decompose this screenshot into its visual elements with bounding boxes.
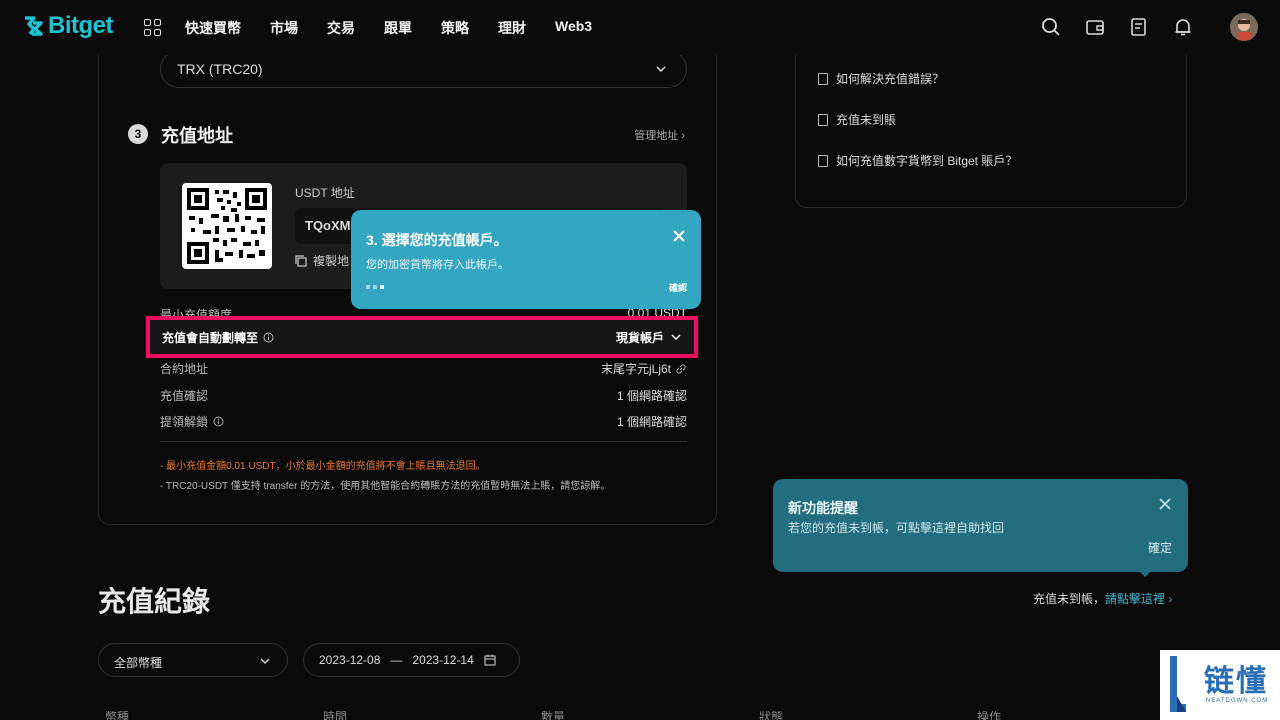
tooltip-confirm-button[interactable]: 確認 — [669, 281, 687, 294]
chevron-down-icon — [671, 334, 681, 341]
copy-icon — [295, 254, 307, 267]
records-hint-link[interactable]: 請點擊這裡 — [1105, 592, 1165, 606]
step-title: 充值地址 — [161, 126, 233, 146]
nav-item-quick-buy[interactable]: 快速買幣 — [185, 18, 241, 38]
step-number-badge: 3 — [128, 124, 148, 144]
nav-item-trade[interactable]: 交易 — [327, 18, 355, 38]
divider — [160, 441, 687, 442]
coin-filter-value: 全部幣種 — [114, 656, 163, 670]
nav-item-earn[interactable]: 理財 — [498, 18, 526, 38]
date-to: 2023-12-14 — [412, 653, 474, 667]
avatar[interactable] — [1230, 13, 1258, 41]
trc20-notice: - TRC20-USDT 僅支持 transfer 的方法，使用其他智能合約轉賬… — [160, 481, 611, 492]
chevron-down-icon — [260, 658, 270, 665]
watermark: 链懂 NEATDOWN.COM — [1160, 650, 1280, 720]
info-icon — [213, 416, 224, 427]
orders-icon[interactable] — [1128, 16, 1150, 38]
feature-text: 若您的充值未到帳，可點擊這裡自助找回 — [788, 521, 1005, 535]
top-nav: Bitget 快速買幣 市場 交易 跟單 策略 理財 Web3 — [0, 0, 1280, 55]
column-header-amount: 數量 — [541, 710, 566, 720]
faq-item[interactable]: 如何解決充值錯誤？ — [818, 70, 944, 87]
faq-item-label: 充值未到賬 — [836, 113, 897, 127]
withdraw-unlock-label: 提領解鎖 — [160, 415, 209, 429]
chevron-down-icon — [656, 66, 666, 73]
address-label: USDT 地址 — [295, 186, 355, 200]
records-hint: 充值未到帳，請點擊這裡 › — [1033, 590, 1172, 607]
feature-confirm-button[interactable]: 確定 — [1148, 539, 1172, 556]
faq-item[interactable]: 如何充值數字貨幣到 Bitget 賬戶？ — [818, 152, 1017, 169]
tooltip-step-dots — [366, 285, 384, 289]
nav-right — [1040, 13, 1258, 41]
document-icon — [818, 72, 828, 85]
nav-item-markets[interactable]: 市場 — [270, 18, 298, 38]
faq-item-label: 如何充值數字貨幣到 Bitget 賬戶？ — [836, 154, 1018, 168]
faq-item-label: 如何解決充值錯誤？ — [836, 72, 945, 86]
column-header-coin: 幣種 — [105, 710, 130, 720]
manage-address-label: 管理地址 — [634, 130, 679, 142]
nav-item-web3[interactable]: Web3 — [555, 18, 592, 38]
network-value: TRX (TRC20) — [177, 61, 263, 77]
popup-arrow — [1139, 571, 1151, 577]
contract-address-row: 合約地址 末尾字元jLj6t — [160, 360, 687, 377]
brand-name: Bitget — [48, 12, 114, 39]
main-nav: 快速買幣 市場 交易 跟單 策略 理財 Web3 — [185, 18, 621, 38]
bitget-logo-icon — [25, 16, 43, 36]
min-amount-warning: - 最小充值金額0.01 USDT，小於最小金額的充值將不會上賬且無法退回。 — [160, 461, 486, 472]
column-header-action: 操作 — [977, 710, 1002, 720]
search-icon[interactable] — [1040, 16, 1062, 38]
copy-address-button[interactable]: 複製地 — [295, 252, 349, 269]
wallet-icon[interactable] — [1084, 16, 1106, 38]
coin-filter-select[interactable]: 全部幣種 — [98, 643, 288, 677]
bitget-logo[interactable]: Bitget — [22, 12, 114, 40]
nav-item-strategy[interactable]: 策略 — [441, 18, 469, 38]
qr-code — [182, 183, 272, 269]
new-feature-popup: 新功能提醒 若您的充值未到帳，可點擊這裡自助找回 確定 — [773, 479, 1188, 577]
withdraw-unlock-value: 1 個網路確認 — [616, 415, 687, 429]
date-from: 2023-12-08 — [319, 653, 381, 667]
watermark-sub: NEATDOWN.COM — [1206, 698, 1269, 704]
watermark-text: 链懂 — [1204, 665, 1268, 698]
manage-address-link[interactable]: 管理地址 › — [634, 127, 685, 143]
column-header-status: 狀態 — [759, 710, 784, 720]
chevron-right-icon: › — [1165, 592, 1173, 606]
close-icon[interactable] — [1158, 497, 1172, 511]
copy-address-label: 複製地 — [313, 254, 350, 268]
faq-item[interactable]: 充值未到賬 — [818, 111, 896, 128]
feature-title: 新功能提醒 — [788, 500, 858, 516]
tooltip-title: 3. 選擇您的充值帳戶。 — [366, 232, 508, 248]
deposit-confirm-row: 充值確認 1 個網路確認 — [160, 387, 687, 404]
bell-icon[interactable] — [1172, 16, 1194, 38]
link-icon[interactable] — [675, 363, 687, 375]
deposit-confirm-value: 1 個網路確認 — [616, 389, 687, 403]
deposit-confirm-label: 充值確認 — [160, 389, 209, 403]
contract-address-label: 合約地址 — [160, 362, 209, 376]
auto-transfer-row[interactable]: 充值會自動劃轉至 現貨帳戶 — [146, 316, 698, 358]
info-icon — [263, 332, 274, 342]
tooltip-text: 您的加密貨幣將存入此帳戶。 — [366, 259, 509, 271]
auto-transfer-label: 充值會自動劃轉至 — [162, 330, 259, 345]
calendar-icon — [484, 654, 496, 666]
onboarding-tooltip: 3. 選擇您的充值帳戶。 您的加密貨幣將存入此帳戶。 確認 — [351, 210, 701, 309]
document-icon — [818, 113, 828, 126]
document-icon — [818, 154, 828, 167]
date-separator: — — [390, 653, 403, 667]
date-range-picker[interactable]: 2023-12-08 — 2023-12-14 — [303, 643, 520, 677]
withdraw-unlock-row: 提領解鎖 1 個網路確認 — [160, 413, 687, 430]
nav-item-copy-trade[interactable]: 跟單 — [384, 18, 412, 38]
column-header-time: 時間 — [323, 710, 348, 720]
contract-address-value: 末尾字元jLj6t — [600, 362, 671, 376]
auto-transfer-value: 現貨帳戶 — [615, 330, 664, 345]
watermark-logo-icon — [1170, 656, 1186, 712]
network-select[interactable]: TRX (TRC20) — [160, 50, 687, 88]
records-title: 充值紀錄 — [98, 586, 211, 617]
apps-grid-icon[interactable] — [144, 19, 161, 36]
close-icon[interactable] — [671, 228, 687, 244]
records-hint-prefix: 充值未到帳， — [1033, 592, 1106, 606]
chevron-right-icon: › — [681, 130, 685, 142]
